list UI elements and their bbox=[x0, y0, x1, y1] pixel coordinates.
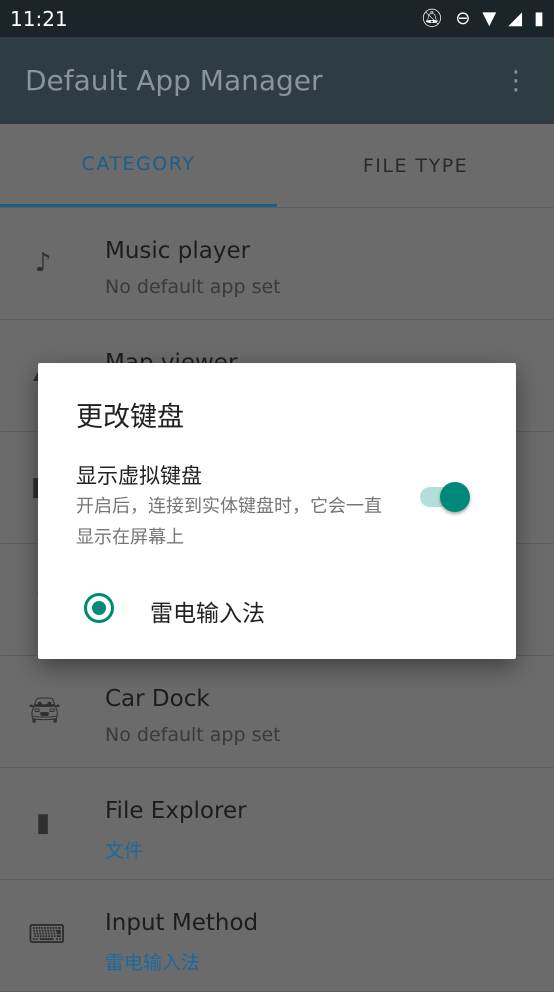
bell-off-icon: 🔕︎ bbox=[420, 8, 444, 29]
wifi-icon: ▼ bbox=[482, 8, 497, 29]
tab-category[interactable]: CATEGORY bbox=[0, 124, 277, 207]
status-bar: 11:21 🔕︎ ⊖ ▼ ◢ ▮ bbox=[0, 0, 554, 37]
switch-label: 显示虚拟键盘 bbox=[76, 464, 202, 488]
list-item-input-method[interactable]: ⌨ Input Method 雷电输入法 bbox=[0, 880, 554, 992]
app-bar: Default App Manager ⋮ bbox=[0, 37, 554, 124]
item-subtitle: 文件 bbox=[105, 840, 144, 862]
list-item-file-explorer[interactable]: ▮ File Explorer 文件 bbox=[0, 768, 554, 880]
keyboard-option[interactable]: 雷电输入法 bbox=[38, 583, 516, 633]
status-time: 11:21 bbox=[10, 6, 68, 31]
keyboard-icon: ⌨ bbox=[28, 920, 66, 950]
more-vert-icon[interactable]: ⋮ bbox=[503, 66, 529, 96]
item-subtitle: 雷电输入法 bbox=[105, 952, 201, 974]
item-subtitle: No default app set bbox=[105, 724, 281, 746]
tab-bar: CATEGORY FILE TYPE bbox=[0, 124, 554, 208]
item-subtitle: No default app set bbox=[105, 276, 281, 298]
item-title: Input Method bbox=[105, 910, 259, 936]
toggle-thumb bbox=[440, 482, 470, 512]
change-keyboard-dialog: 更改键盘 显示虚拟键盘 开启后，连接到实体键盘时，它会一直显示在屏幕上 雷电输入… bbox=[38, 363, 516, 659]
dialog-title: 更改键盘 bbox=[76, 402, 184, 433]
switch-description: 开启后，连接到实体键盘时，它会一直显示在屏幕上 bbox=[76, 496, 382, 548]
sd-card-icon: ▮ bbox=[35, 808, 51, 838]
list-item-music-player[interactable]: ♪ Music player No default app set bbox=[0, 208, 554, 320]
item-title: Music player bbox=[105, 238, 251, 264]
app-title: Default App Manager bbox=[25, 64, 323, 97]
item-title: Car Dock bbox=[105, 686, 210, 712]
battery-charging-icon: ▮ bbox=[534, 8, 544, 29]
music-note-icon: ♪ bbox=[34, 248, 52, 278]
tab-file-type[interactable]: FILE TYPE bbox=[277, 124, 554, 207]
signal-icon: ◢ bbox=[508, 8, 523, 29]
list-item-car-dock[interactable]: 🚘︎ Car Dock No default app set bbox=[0, 656, 554, 768]
car-icon: 🚘︎ bbox=[28, 696, 62, 726]
option-label: 雷电输入法 bbox=[150, 601, 265, 627]
do-not-disturb-icon: ⊖ bbox=[455, 8, 471, 29]
radio-selected-icon[interactable] bbox=[84, 593, 114, 623]
show-virtual-keyboard-toggle[interactable] bbox=[420, 482, 474, 512]
item-title: File Explorer bbox=[105, 798, 247, 824]
